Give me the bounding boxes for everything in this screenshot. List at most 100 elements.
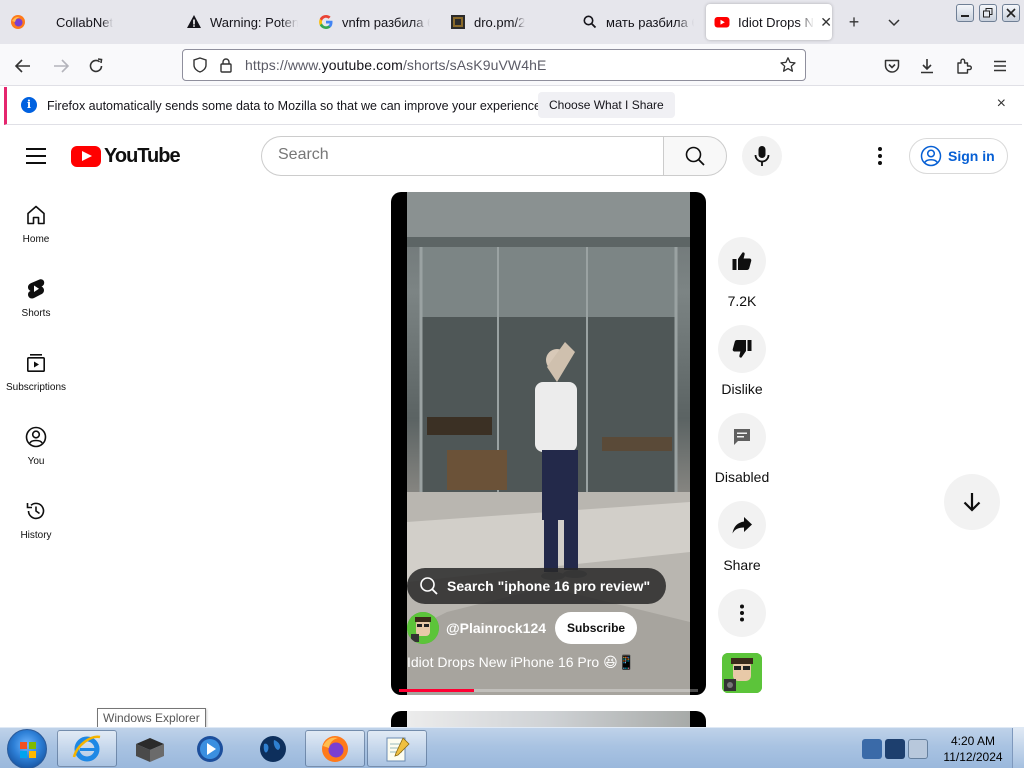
shorts-video-player[interactable]: Search "iphone 16 pro review" @Plainrock… [391, 192, 706, 695]
playback-progress-fill [399, 689, 474, 692]
google-icon [318, 14, 334, 30]
sidebar-item-label: History [20, 530, 52, 541]
channel-avatar[interactable] [407, 612, 439, 644]
reload-icon[interactable] [83, 53, 109, 79]
tray-network-icon[interactable] [885, 739, 905, 759]
system-clock[interactable]: 4:20 AM 11/12/2024 [940, 733, 1006, 765]
taskbar-globe-app[interactable] [243, 730, 303, 767]
tab-title: мать разбила бутылку [606, 14, 694, 30]
tab-title: Warning: Potential Security Risk Ahead [210, 14, 298, 30]
globe-icon [260, 735, 286, 762]
search-box[interactable] [261, 136, 664, 176]
search-button[interactable] [663, 136, 727, 176]
dro-icon [450, 14, 466, 30]
lock-icon[interactable] [217, 56, 235, 74]
channel-name[interactable]: @Plainrock124 [446, 620, 546, 636]
sign-in-button[interactable]: Sign in [909, 138, 1008, 174]
media-player-icon [197, 735, 223, 762]
youtube-header: YouTube Sign in [0, 126, 1024, 186]
related-search-chip[interactable]: Search "iphone 16 pro review" [407, 568, 667, 604]
address-bar[interactable]: https://www.youtube.com/shorts/sAsK9uVW4… [182, 49, 806, 81]
tracking-shield-icon[interactable] [191, 56, 209, 74]
more-options-button[interactable] [718, 589, 766, 637]
youtube-wordmark: YouTube [104, 145, 181, 167]
show-desktop-button[interactable] [1012, 728, 1024, 768]
like-button[interactable] [718, 237, 766, 285]
sidebar-item-label: You [27, 456, 45, 467]
pocket-icon[interactable] [879, 53, 905, 79]
minimize-icon[interactable] [956, 4, 974, 22]
short-title[interactable]: Idiot Drops New iPhone 16 Pro 😆📱 [407, 654, 635, 671]
close-notification-icon[interactable]: × [997, 95, 1006, 113]
new-tab-button[interactable]: + [842, 10, 866, 34]
guide-menu-icon[interactable] [26, 148, 46, 164]
downloads-icon[interactable] [914, 53, 940, 79]
share-arrow-icon [732, 517, 752, 534]
subscribe-button[interactable]: Subscribe [555, 612, 638, 644]
tab-dro[interactable]: dro.pm/2 [450, 2, 562, 42]
share-button[interactable] [718, 501, 766, 549]
tray-volume-icon[interactable] [908, 739, 928, 759]
search-icon [685, 146, 705, 166]
comments-label: Disabled [714, 469, 770, 485]
list-tabs-icon[interactable] [882, 10, 906, 34]
taskbar-firefox[interactable] [305, 730, 365, 767]
browser-tab-strip: CollabNet Warning: Potential Security Ri… [0, 0, 1024, 44]
tab-title: CollabNet [56, 14, 114, 30]
bookmark-star-icon[interactable] [779, 56, 797, 74]
channel-row: @Plainrock124 Subscribe [407, 612, 638, 644]
settings-more-icon[interactable] [868, 144, 892, 168]
shorts-icon [24, 277, 48, 301]
menu-icon[interactable] [987, 53, 1013, 79]
dislike-action: Dislike [718, 325, 766, 397]
extensions-icon[interactable] [951, 53, 977, 79]
folder-explorer-icon [136, 737, 164, 762]
tray-shield-icon[interactable] [862, 739, 882, 759]
close-window-icon[interactable] [1002, 4, 1020, 22]
sidebar-item-subscriptions[interactable]: Subscriptions [0, 334, 72, 404]
back-arrow-icon[interactable] [10, 53, 36, 79]
search-icon [582, 14, 598, 30]
home-icon [24, 203, 48, 227]
dislike-label: Dislike [721, 381, 763, 397]
tab-google[interactable]: vnfm разбила бутылку [318, 2, 430, 42]
close-tab-icon[interactable]: ✕ [820, 14, 832, 31]
sidebar-item-home[interactable]: Home [0, 186, 72, 256]
windows-logo-icon [20, 742, 36, 758]
history-icon [24, 499, 48, 523]
taskbar-media-player[interactable] [180, 730, 240, 767]
restore-icon[interactable] [979, 4, 997, 22]
voice-search-button[interactable] [742, 136, 782, 176]
related-search-text: Search "iphone 16 pro review" [447, 578, 651, 594]
next-short-button[interactable] [944, 474, 1000, 530]
sound-thumbnail[interactable] [722, 653, 762, 693]
sidebar-item-shorts[interactable]: Shorts [0, 260, 72, 330]
comments-button[interactable] [718, 413, 766, 461]
tab-search[interactable]: мать разбила бутылку [582, 2, 694, 42]
taskbar-windows-explorer[interactable] [120, 730, 180, 767]
firefox-icon [322, 735, 348, 762]
tab-warning[interactable]: Warning: Potential Security Risk Ahead [186, 2, 298, 42]
thumbs-down-icon [732, 340, 752, 358]
tab-youtube[interactable]: Idiot Drops New iPhone 16 Pro ✕ [706, 4, 832, 40]
sidebar-item-you[interactable]: You [0, 408, 72, 478]
taskbar-internet-explorer[interactable] [57, 730, 117, 767]
subscriptions-icon [24, 351, 48, 375]
url-text[interactable]: https://www.youtube.com/shorts/sAsK9uVW4… [245, 57, 546, 73]
info-icon: i [21, 97, 37, 113]
firefox-icon [10, 14, 26, 30]
share-action: Share [718, 501, 766, 573]
youtube-logo[interactable]: YouTube [71, 145, 181, 168]
youtube-play-logo-icon [71, 146, 101, 167]
search-icon [420, 577, 438, 595]
choose-what-i-share-button[interactable]: Choose What I Share [538, 92, 675, 118]
search-input[interactable] [278, 146, 648, 164]
tab-collabnet[interactable]: CollabNet [10, 2, 170, 42]
arrow-down-icon [963, 493, 981, 512]
taskbar-notepad[interactable] [367, 730, 427, 767]
playback-progress-bar[interactable] [399, 689, 698, 692]
forward-arrow-icon[interactable] [48, 53, 74, 79]
sidebar-item-history[interactable]: History [0, 482, 72, 552]
start-button[interactable] [7, 729, 47, 768]
dislike-button[interactable] [718, 325, 766, 373]
